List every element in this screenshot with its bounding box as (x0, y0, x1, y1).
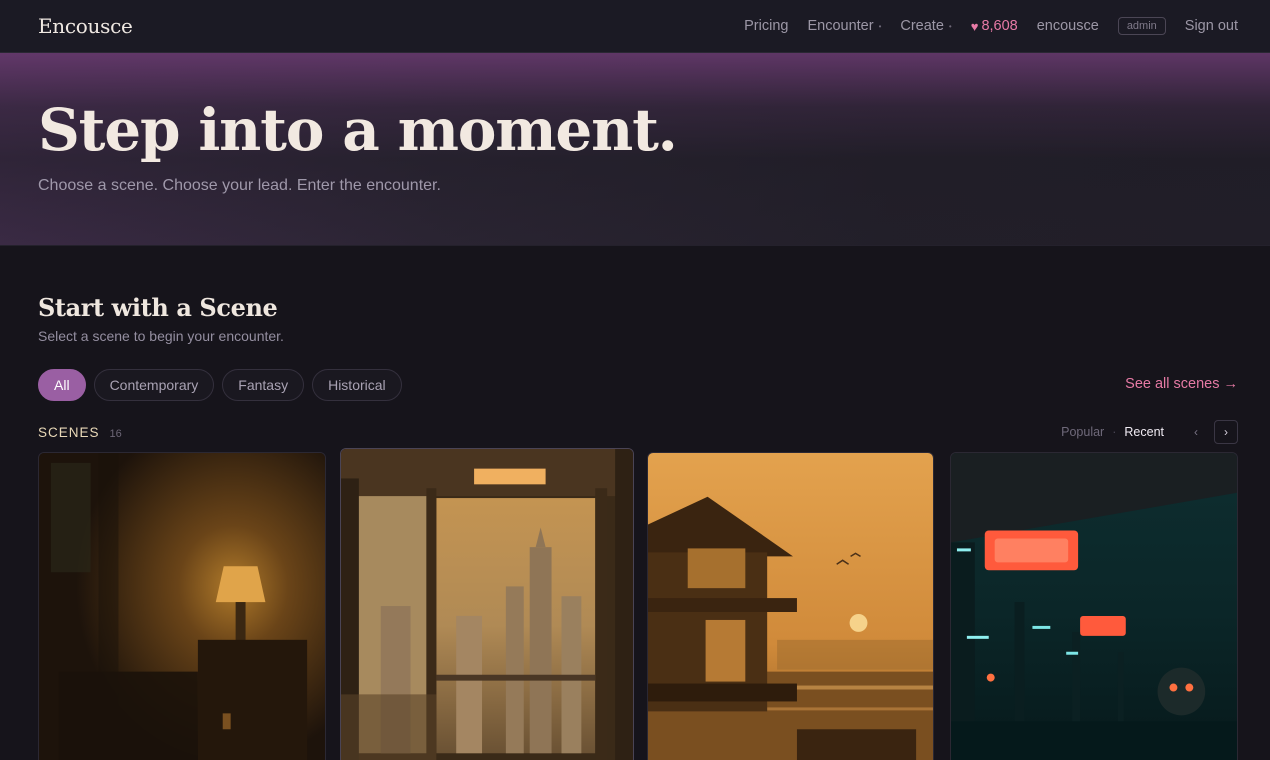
nav-pricing-link[interactable]: Pricing (744, 18, 788, 34)
hearts-count: 8,608 (981, 18, 1018, 34)
brand-logo[interactable]: Encousce (38, 14, 133, 38)
sort-controls: Popular · Recent ‹ › (1061, 420, 1238, 444)
filter-chip-all[interactable]: All (38, 369, 86, 401)
nav-pricing-label: Pricing (744, 18, 789, 34)
username-label: encousce (1036, 18, 1099, 34)
section-title: Start with a Scene (38, 293, 278, 322)
scenes-count: 16 (109, 427, 122, 440)
chevron-down-icon: • (878, 21, 882, 31)
scene-card[interactable] (38, 452, 326, 760)
window-city-skyline-image (341, 449, 633, 760)
sort-recent[interactable]: Recent (1124, 425, 1164, 439)
scene-filter-chips: All Contemporary Fantasy Historical (38, 369, 402, 401)
filter-chip-historical[interactable]: Historical (312, 369, 402, 401)
dim-room-with-lamp-image (39, 453, 325, 760)
carousel-pager: ‹ › (1184, 420, 1238, 444)
heart-icon: ♥ (970, 18, 979, 34)
scene-card[interactable] (647, 452, 934, 760)
sign-out-label: Sign out (1184, 18, 1238, 34)
hero-title: Step into a moment. (38, 96, 678, 164)
hero-subtitle: Choose a scene. Choose your lead. Enter … (38, 177, 441, 194)
sort-separator: · (1112, 425, 1117, 439)
hero-banner: Step into a moment. Choose a scene. Choo… (0, 53, 1270, 246)
next-page-button[interactable]: › (1214, 420, 1238, 444)
waterfront-house-sunset-image (648, 453, 933, 760)
nav-create-label: Create (900, 18, 944, 34)
scene-card[interactable] (340, 448, 634, 760)
scenes-heading: SCENES 16 (38, 425, 122, 440)
filter-chip-fantasy[interactable]: Fantasy (222, 369, 305, 401)
username-link[interactable]: encousce (1037, 18, 1099, 34)
filter-chip-contemporary[interactable]: Contemporary (93, 369, 215, 401)
section-subtitle: Select a scene to begin your encounter. (38, 328, 284, 344)
nav-encounter-label: Encounter (807, 18, 874, 34)
nav-menu: Pricing Encounter • Create • ♥ 8,608 encous… (744, 17, 1238, 35)
admin-badge[interactable]: admin (1117, 17, 1166, 35)
sort-popular[interactable]: Popular (1061, 425, 1104, 439)
neon-subway-platform-image (951, 453, 1237, 760)
prev-page-button[interactable]: ‹ (1184, 420, 1208, 444)
chevron-down-icon: • (948, 21, 952, 31)
scenes-toolbar: SCENES 16 Popular · Recent ‹ › (38, 420, 1238, 444)
hearts-balance[interactable]: ♥ 8,608 (971, 18, 1018, 34)
nav-create-dropdown[interactable]: Create • (900, 18, 951, 34)
scenes-label: SCENES (38, 424, 100, 440)
sign-out-button[interactable]: Sign out (1185, 18, 1238, 34)
scene-card[interactable] (950, 452, 1238, 760)
see-all-scenes-link[interactable]: See all scenes → (1125, 376, 1238, 392)
top-nav: Encousce Pricing Encounter • Create • ♥ 8,6… (0, 0, 1270, 53)
nav-encounter-dropdown[interactable]: Encounter • (807, 18, 881, 34)
